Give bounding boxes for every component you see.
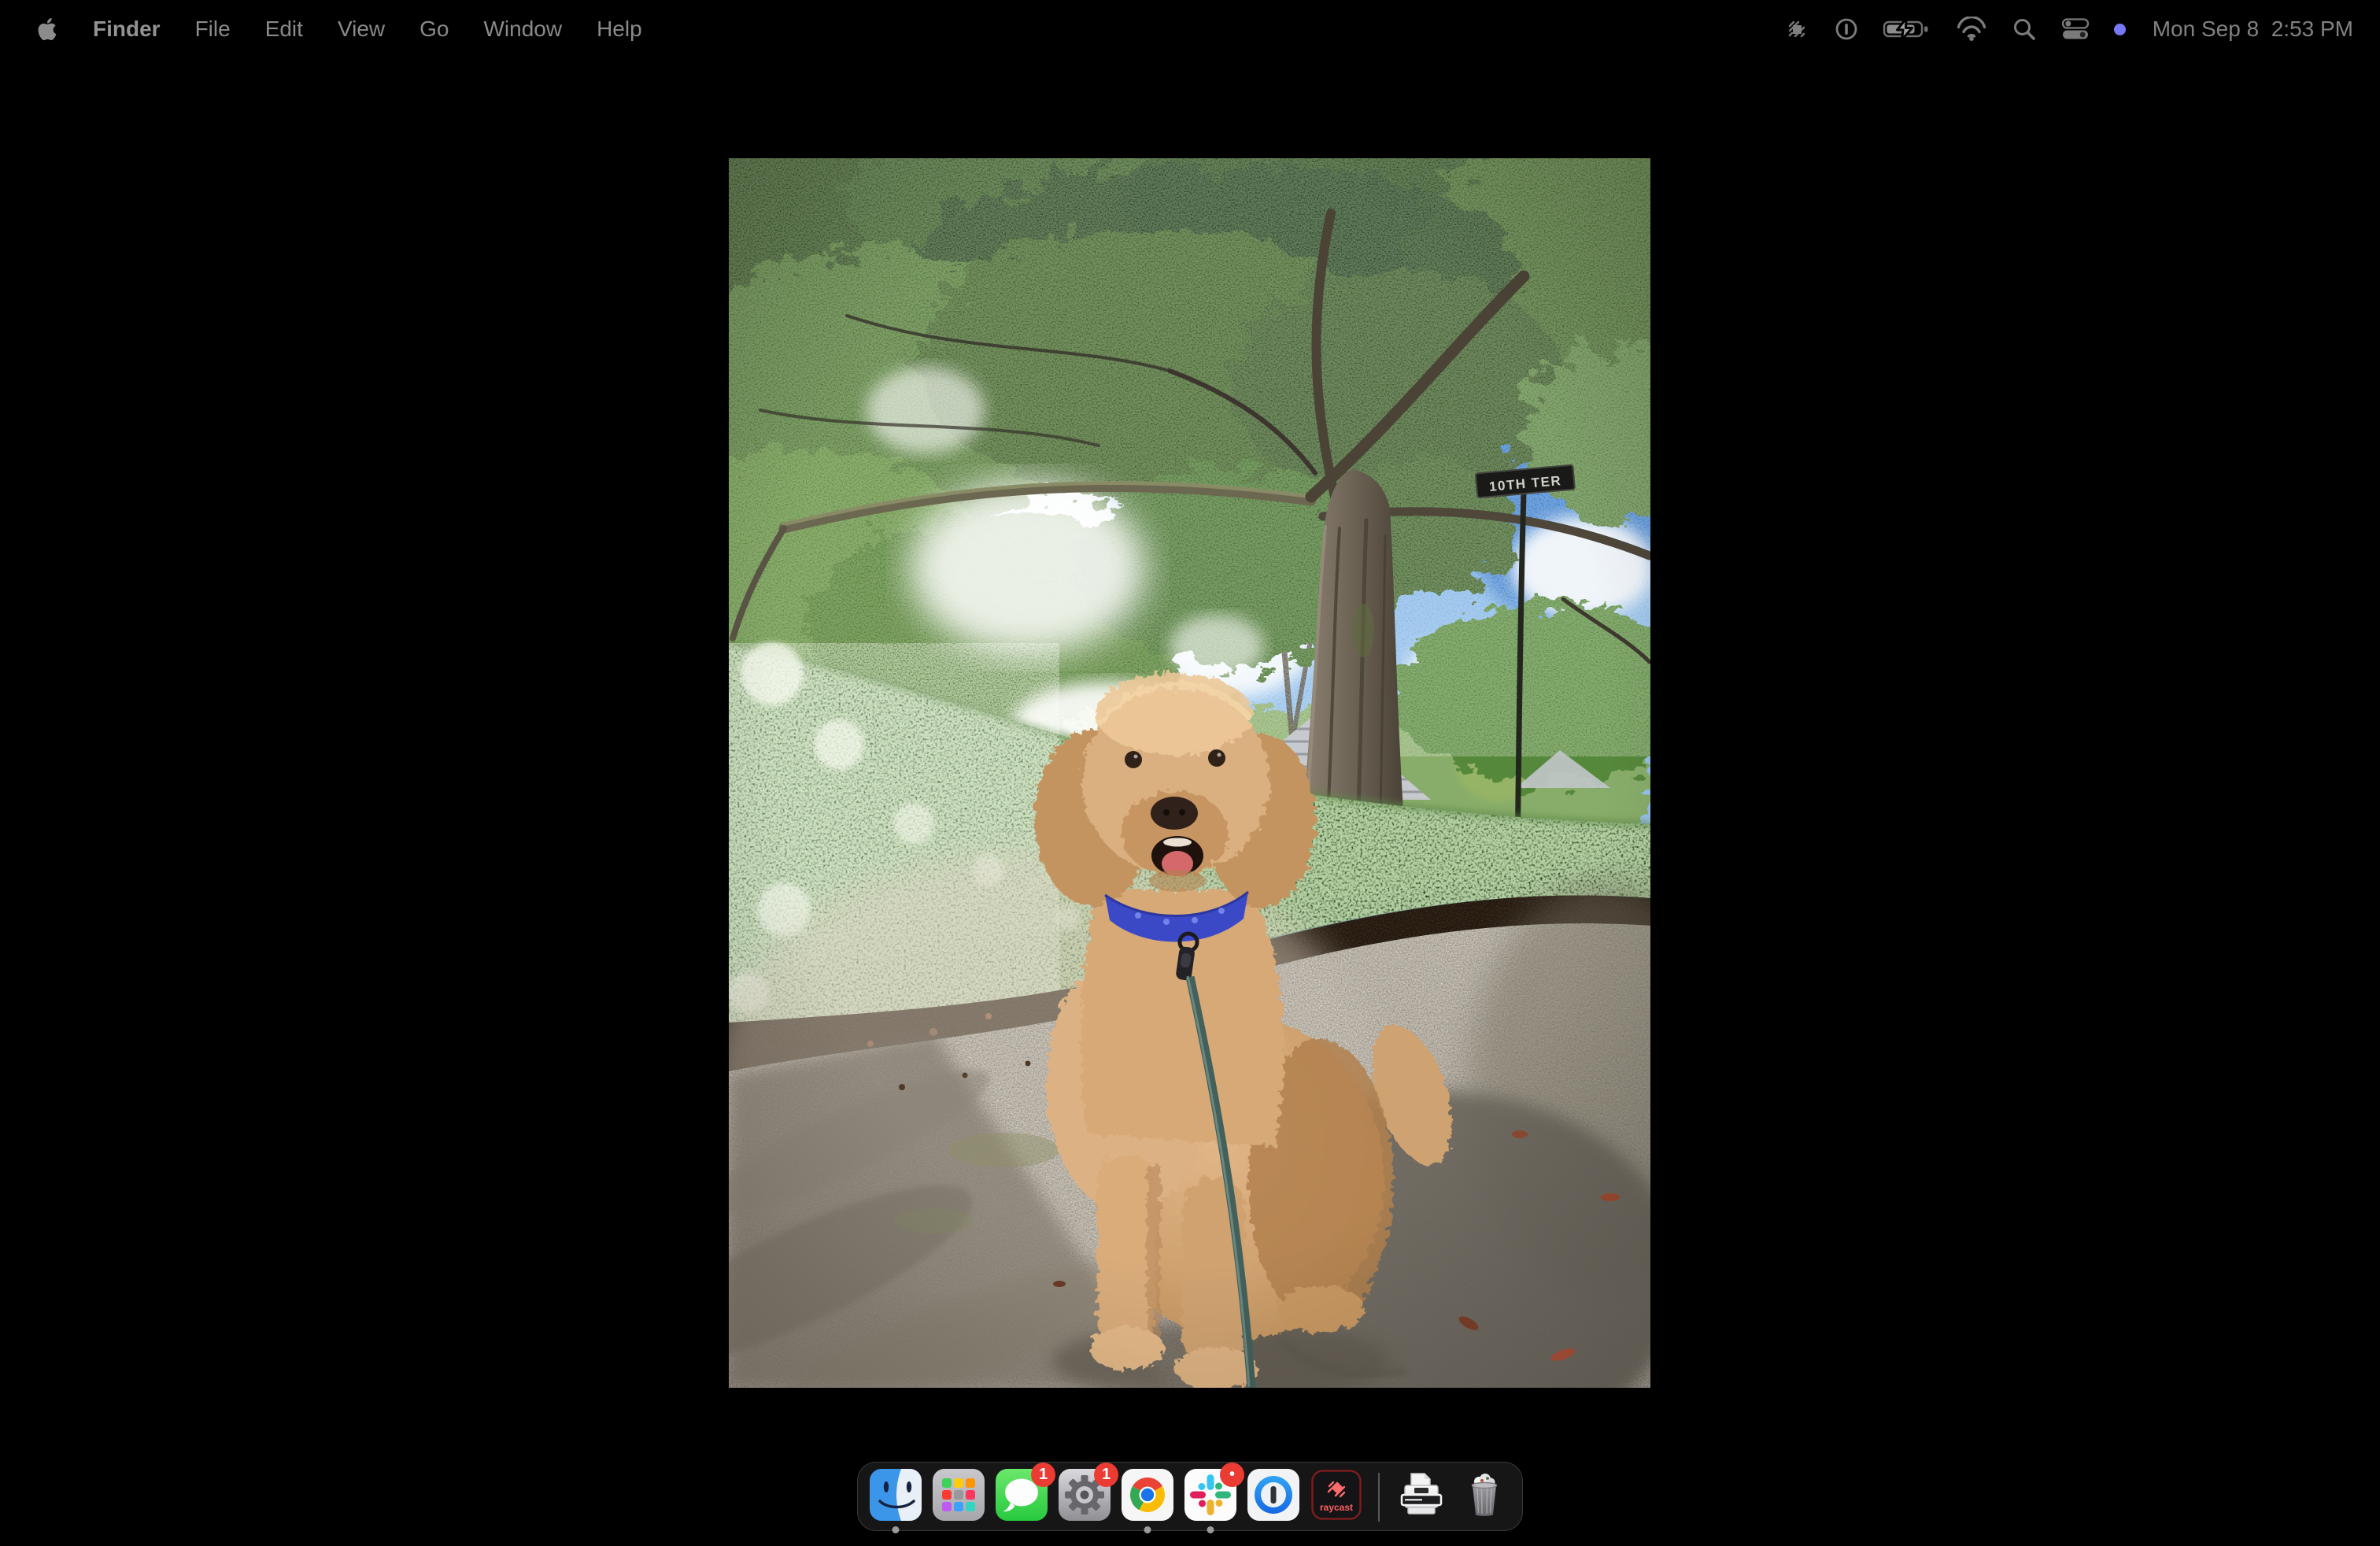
dock-item-launchpad[interactable] — [933, 1469, 985, 1521]
control-center-icon[interactable] — [2060, 17, 2090, 42]
dock-item-printer[interactable] — [1395, 1469, 1447, 1521]
trash-icon — [1458, 1469, 1510, 1521]
menu-item-finder[interactable]: Finder — [93, 17, 161, 42]
goldendoodle-photo: 10TH TER — [729, 158, 1650, 1388]
running-indicator — [1144, 1526, 1151, 1533]
menu-item-go[interactable]: Go — [419, 17, 449, 42]
onepassword-menubar-icon[interactable] — [1834, 17, 1859, 42]
menu-item-edit[interactable]: Edit — [265, 17, 303, 42]
launchpad-icon — [933, 1469, 985, 1521]
dock-item-chrome[interactable] — [1122, 1469, 1173, 1521]
onepassword-icon — [1247, 1469, 1299, 1521]
menu-item-view[interactable]: View — [338, 17, 385, 42]
finder-icon — [870, 1469, 922, 1521]
dock-item-trash[interactable] — [1458, 1469, 1510, 1521]
photo-viewer-image: 10TH TER — [729, 158, 1650, 1388]
dock-item-slack[interactable]: • — [1184, 1469, 1236, 1521]
dock-item-finder[interactable] — [870, 1469, 922, 1521]
dock-item-raycast[interactable]: raycast — [1310, 1469, 1362, 1521]
menu-item-file[interactable]: File — [195, 17, 231, 42]
menu-bar: Finder File Edit View Go Window Help — [0, 0, 2380, 58]
dock-item-system-settings[interactable]: 1 — [1059, 1469, 1111, 1521]
menu-item-help[interactable]: Help — [597, 17, 642, 42]
chrome-icon — [1122, 1469, 1173, 1521]
notification-badge: 1 — [1031, 1463, 1055, 1487]
spotlight-search-icon[interactable] — [2012, 17, 2037, 42]
dock-item-1password[interactable] — [1247, 1469, 1299, 1521]
dock-item-messages[interactable]: 1 — [996, 1469, 1048, 1521]
focus-indicator-dot[interactable] — [2114, 24, 2126, 35]
running-indicator — [1207, 1526, 1214, 1533]
menu-item-window[interactable]: Window — [483, 17, 562, 42]
raycast-icon: raycast — [1310, 1469, 1362, 1521]
dock-divider — [1378, 1473, 1380, 1522]
printer-icon — [1395, 1469, 1447, 1521]
battery-charging-icon[interactable] — [1883, 17, 1931, 41]
running-indicator — [893, 1526, 900, 1533]
apple-menu-icon[interactable] — [36, 18, 58, 40]
wifi-icon[interactable] — [1955, 17, 1988, 42]
photo-vignette — [729, 158, 1650, 1388]
notification-badge: • — [1220, 1463, 1244, 1487]
menubar-clock[interactable]: Mon Sep 8 2:53 PM — [2153, 17, 2353, 42]
dock: 1 1 — [857, 1462, 1523, 1531]
notification-badge: 1 — [1094, 1463, 1118, 1487]
raycast-label: raycast — [1320, 1502, 1353, 1513]
raycast-menubar-icon[interactable] — [1783, 16, 1810, 43]
